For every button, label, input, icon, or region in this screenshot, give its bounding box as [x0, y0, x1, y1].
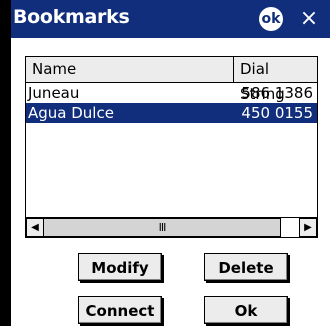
column-header-name[interactable]: Name	[26, 57, 234, 82]
list-item[interactable]: Juneau 586 1386	[26, 83, 317, 103]
delete-button[interactable]: Delete	[204, 253, 288, 281]
close-button[interactable]: ×	[291, 4, 327, 34]
item-dial-string: 450 0155	[241, 104, 313, 122]
item-name: Juneau	[28, 84, 80, 102]
list-item[interactable]: Agua Dulce 450 0155	[26, 103, 317, 123]
title-bar: Bookmarks ok ×	[11, 0, 330, 38]
bookmarks-list[interactable]: Name Dial String Juneau 586 1386 Agua Du…	[25, 56, 318, 238]
ok-button[interactable]: Ok	[204, 296, 288, 324]
list-header: Name Dial String	[26, 57, 317, 103]
window-title: Bookmarks	[13, 6, 130, 28]
connect-button[interactable]: Connect	[78, 296, 162, 324]
bookmarks-dialog: Bookmarks ok × Name Dial String Juneau 5…	[11, 0, 330, 326]
scroll-right-arrow-icon[interactable]: ▶	[299, 218, 317, 237]
scroll-left-arrow-icon[interactable]: ◀	[26, 218, 44, 237]
ok-icon[interactable]: ok	[259, 7, 283, 31]
column-header-dial-string[interactable]: Dial String	[235, 57, 317, 103]
scroll-thumb[interactable]: III	[43, 218, 281, 237]
horizontal-scrollbar[interactable]: ◀ III ▶	[26, 217, 317, 237]
item-dial-string: 586 1386	[241, 84, 313, 102]
modify-button[interactable]: Modify	[78, 253, 162, 281]
item-name: Agua Dulce	[28, 104, 114, 122]
